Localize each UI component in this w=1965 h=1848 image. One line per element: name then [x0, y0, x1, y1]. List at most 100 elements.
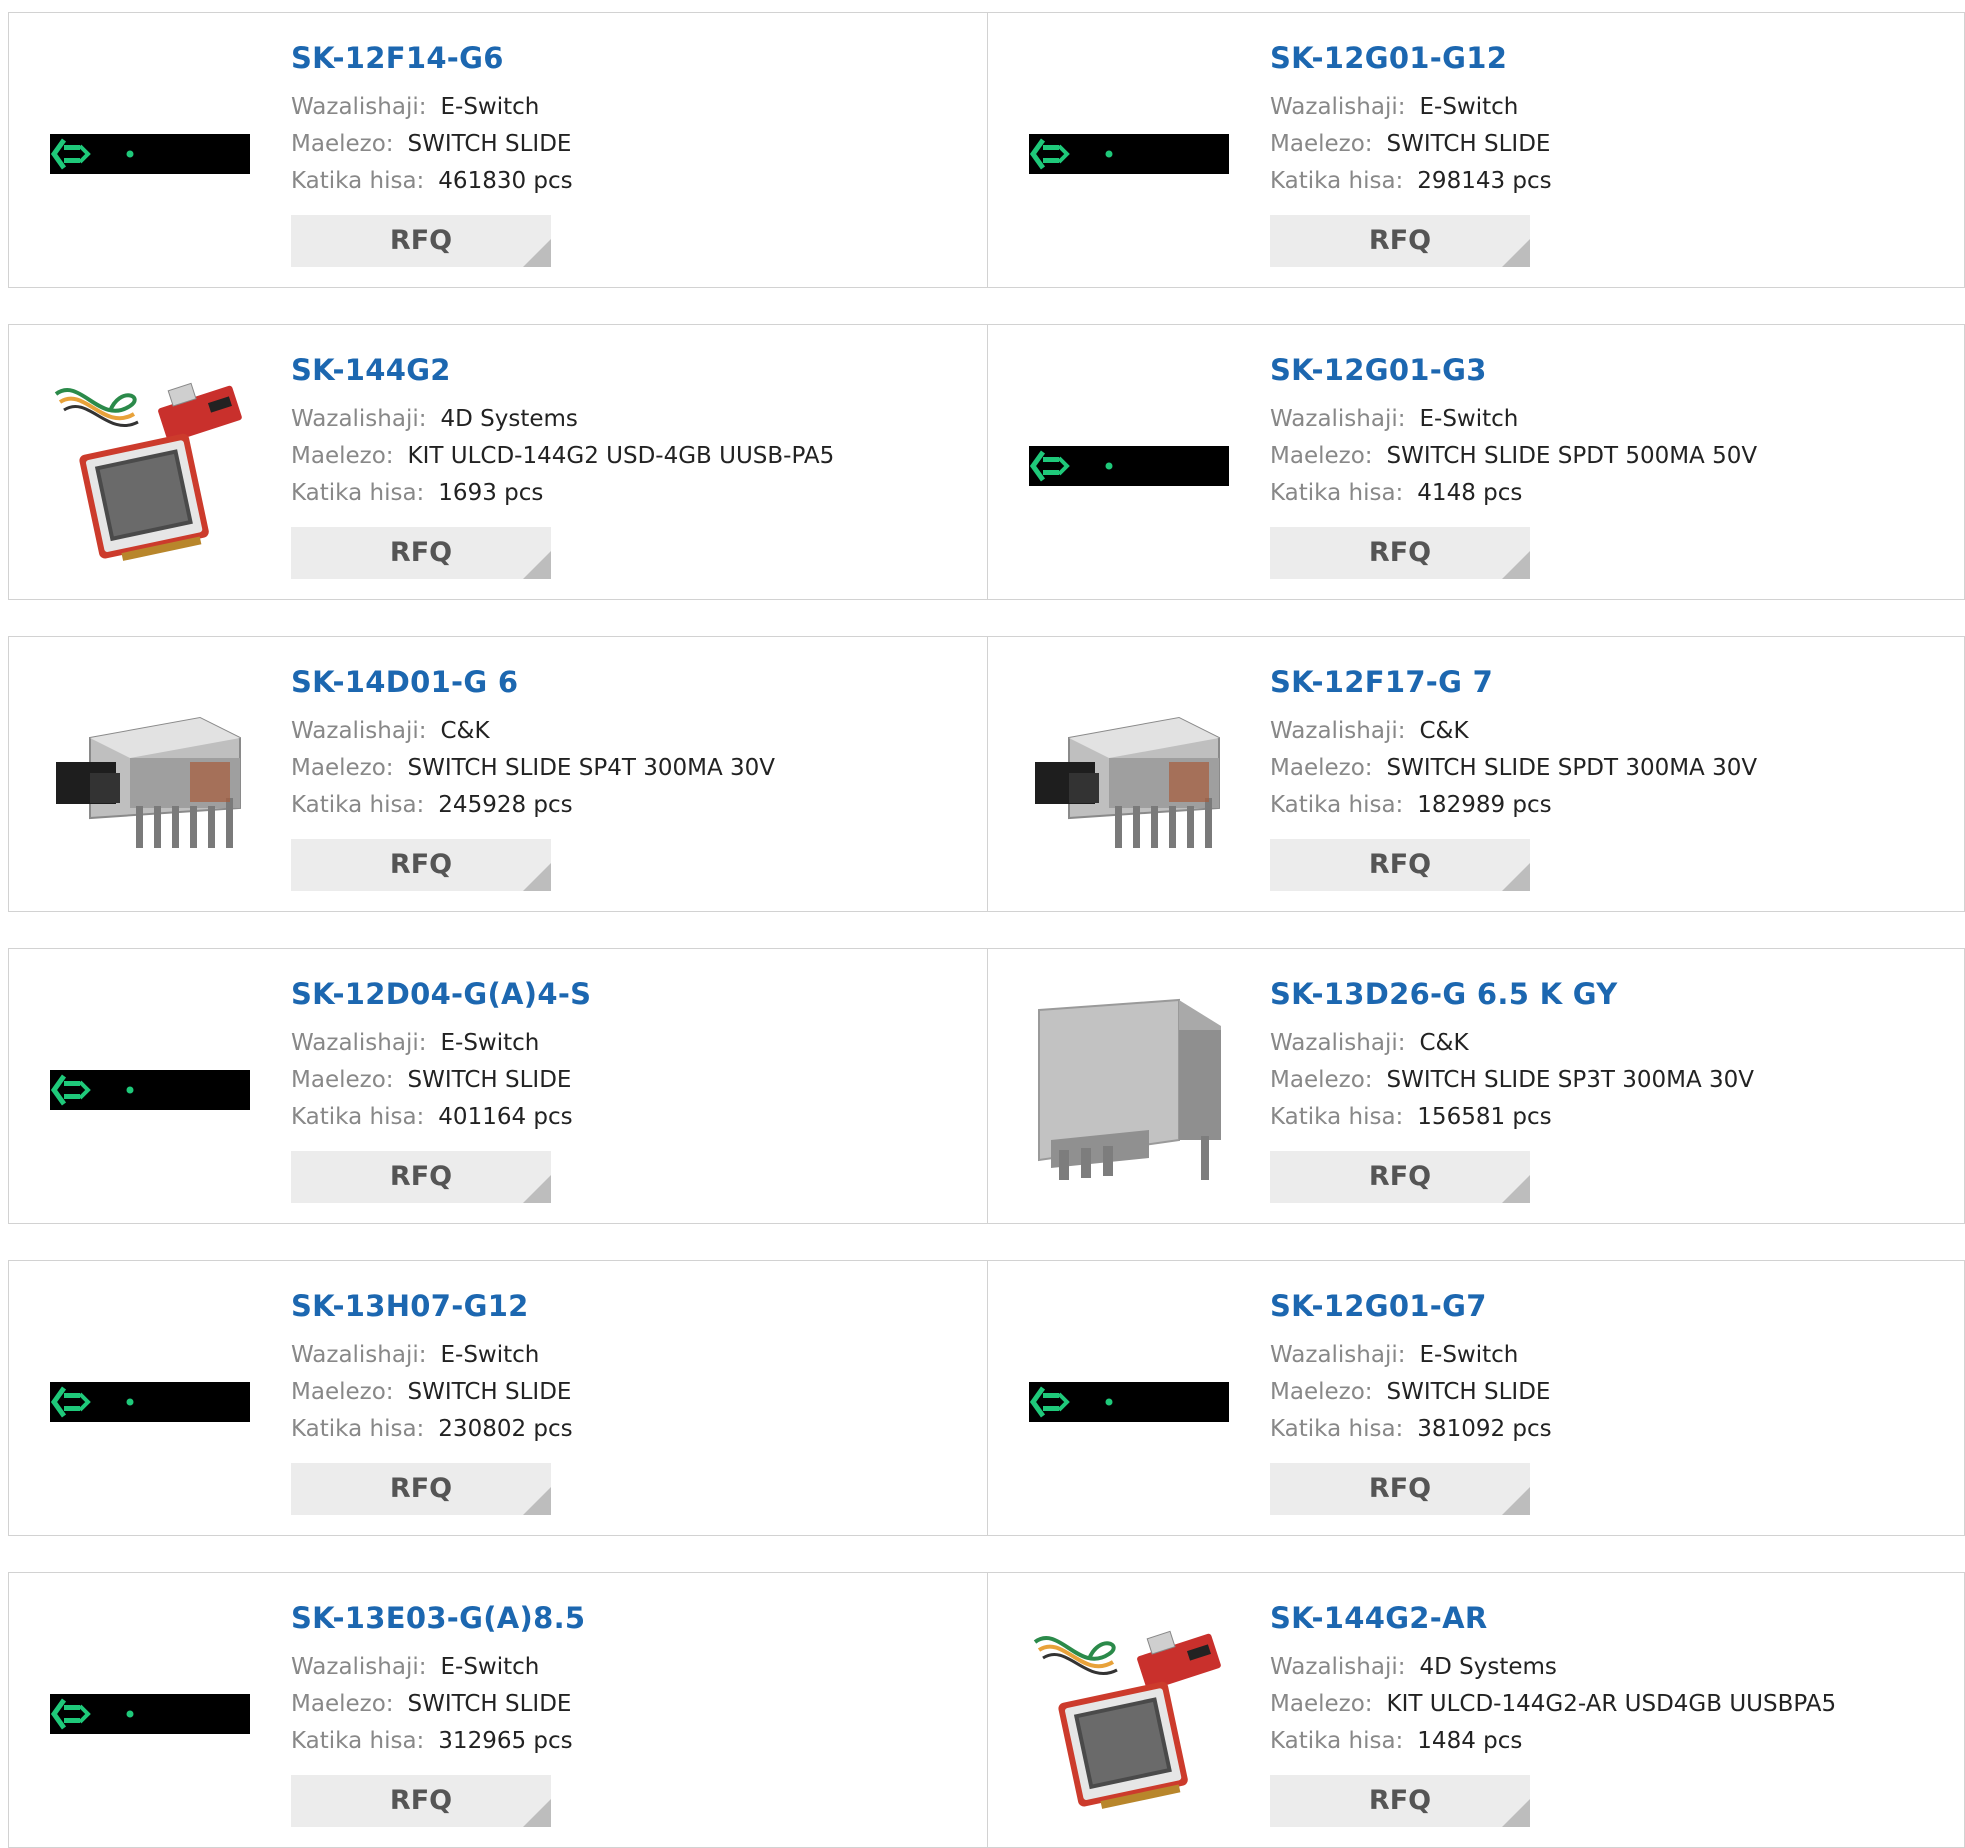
stock-label: Katika hisa: — [291, 480, 425, 506]
product-thumbnail[interactable] — [1028, 677, 1230, 879]
manufacturer-row: Wazalishaji: 4D Systems — [1270, 1649, 1954, 1686]
description-label: Maelezo: — [291, 755, 394, 781]
product-card: SK-13H07-G12 Wazalishaji: E-Switch Maelez… — [8, 1260, 988, 1536]
stock-label: Katika hisa: — [291, 1104, 425, 1130]
description-label: Maelezo: — [291, 1691, 394, 1717]
description-row: Maelezo: SWITCH SLIDE — [291, 126, 977, 163]
product-thumbnail[interactable] — [1028, 989, 1230, 1191]
placeholder-strip-icon — [1029, 134, 1229, 174]
description-value: KIT ULCD-144G2-AR USD4GB UUSBPA5 — [1386, 1691, 1837, 1717]
manufacturer-row: Wazalishaji: E-Switch — [291, 1649, 977, 1686]
product-title-link[interactable]: SK-13H07-G12 — [291, 1289, 529, 1323]
product-thumbnail[interactable] — [49, 677, 251, 879]
rfq-corner-decoration — [523, 1487, 551, 1515]
manufacturer-label: Wazalishaji: — [291, 1654, 427, 1680]
manufacturer-label: Wazalishaji: — [1270, 406, 1406, 432]
rfq-corner-decoration — [523, 1799, 551, 1827]
product-thumbnail[interactable] — [1028, 53, 1230, 255]
product-title-link[interactable]: SK-14D01-G 6 — [291, 665, 518, 699]
rfq-label: RFQ — [1368, 849, 1432, 880]
product-thumbnail[interactable] — [1028, 1301, 1230, 1503]
stock-label: Katika hisa: — [1270, 480, 1404, 506]
description-row: Maelezo: SWITCH SLIDE SP3T 300MA 30V — [1270, 1062, 1954, 1099]
stock-label: Katika hisa: — [1270, 1104, 1404, 1130]
stock-label: Katika hisa: — [291, 1728, 425, 1754]
product-title-link[interactable]: SK-12G01-G7 — [1270, 1289, 1487, 1323]
stock-row: Katika hisa: 298143 pcs — [1270, 163, 1954, 200]
description-row: Maelezo: SWITCH SLIDE — [1270, 126, 1954, 163]
stock-value: 298143 pcs — [1417, 168, 1552, 194]
rfq-button[interactable]: RFQ — [1270, 1463, 1530, 1515]
product-grid: SK-12F14-G6 Wazalishaji: E-Switch Maelezo… — [0, 0, 1965, 1848]
product-title-link[interactable]: SK-13E03-G(A)8.5 — [291, 1601, 585, 1635]
rfq-button[interactable]: RFQ — [1270, 839, 1530, 891]
slide-switch-icon — [1035, 716, 1220, 848]
description-label: Maelezo: — [291, 1379, 394, 1405]
product-title-link[interactable]: SK-144G2-AR — [1270, 1601, 1488, 1635]
manufacturer-label: Wazalishaji: — [1270, 1654, 1406, 1680]
product-thumbnail[interactable] — [49, 53, 251, 255]
product-thumbnail[interactable] — [49, 1301, 251, 1503]
product-card: SK-144G2 Wazalishaji: 4D Systems Maelezo:… — [8, 324, 988, 600]
rfq-button[interactable]: RFQ — [291, 1775, 551, 1827]
rfq-button[interactable]: RFQ — [1270, 527, 1530, 579]
product-title-link[interactable]: SK-12D04-G(A)4-S — [291, 977, 591, 1011]
manufacturer-value: C&K — [440, 718, 490, 744]
manufacturer-value: E-Switch — [440, 1654, 540, 1680]
stock-row: Katika hisa: 182989 pcs — [1270, 787, 1954, 824]
manufacturer-label: Wazalishaji: — [1270, 94, 1406, 120]
lcd-kit-icon — [54, 382, 242, 561]
rfq-corner-decoration — [523, 863, 551, 891]
rfq-corner-decoration — [1502, 1175, 1530, 1203]
manufacturer-label: Wazalishaji: — [291, 406, 427, 432]
stock-value: 1484 pcs — [1417, 1728, 1523, 1754]
stock-label: Katika hisa: — [1270, 1728, 1404, 1754]
description-row: Maelezo: KIT ULCD-144G2-AR USD4GB UUSBPA5 — [1270, 1686, 1954, 1723]
rfq-button[interactable]: RFQ — [291, 1151, 551, 1203]
manufacturer-value: 4D Systems — [440, 406, 578, 432]
product-thumbnail[interactable] — [1028, 365, 1230, 567]
product-thumbnail[interactable] — [1028, 1613, 1230, 1815]
manufacturer-label: Wazalishaji: — [291, 1030, 427, 1056]
rfq-button[interactable]: RFQ — [1270, 1775, 1530, 1827]
rfq-button[interactable]: RFQ — [1270, 1151, 1530, 1203]
product-thumbnail[interactable] — [49, 989, 251, 1191]
product-thumbnail[interactable] — [49, 365, 251, 567]
rfq-corner-decoration — [523, 551, 551, 579]
product-card: SK-13E03-G(A)8.5 Wazalishaji: E-Switch Ma… — [8, 1572, 988, 1848]
stock-row: Katika hisa: 401164 pcs — [291, 1099, 977, 1136]
lcd-kit-icon — [1033, 1630, 1221, 1809]
product-title-link[interactable]: SK-12G01-G3 — [1270, 353, 1487, 387]
placeholder-strip-icon — [1029, 446, 1229, 486]
rfq-button[interactable]: RFQ — [1270, 215, 1530, 267]
manufacturer-label: Wazalishaji: — [291, 718, 427, 744]
rfq-button[interactable]: RFQ — [291, 839, 551, 891]
manufacturer-value: E-Switch — [440, 1342, 540, 1368]
description-value: SWITCH SLIDE — [407, 1067, 572, 1093]
stock-label: Katika hisa: — [291, 168, 425, 194]
rfq-corner-decoration — [1502, 863, 1530, 891]
product-title-link[interactable]: SK-12F17-G 7 — [1270, 665, 1493, 699]
manufacturer-value: E-Switch — [1419, 1342, 1519, 1368]
product-thumbnail[interactable] — [49, 1613, 251, 1815]
description-label: Maelezo: — [1270, 443, 1373, 469]
description-value: SWITCH SLIDE — [407, 1691, 572, 1717]
slide-switch-icon — [56, 716, 241, 848]
product-title-link[interactable]: SK-12G01-G12 — [1270, 41, 1507, 75]
product-title-link[interactable]: SK-12F14-G6 — [291, 41, 504, 75]
placeholder-strip-icon — [1029, 1382, 1229, 1422]
manufacturer-row: Wazalishaji: E-Switch — [291, 89, 977, 126]
product-title-link[interactable]: SK-144G2 — [291, 353, 451, 387]
description-label: Maelezo: — [291, 131, 394, 157]
manufacturer-label: Wazalishaji: — [291, 94, 427, 120]
product-title-link[interactable]: SK-13D26-G 6.5 K GY — [1270, 977, 1618, 1011]
description-row: Maelezo: SWITCH SLIDE — [291, 1062, 977, 1099]
rfq-button[interactable]: RFQ — [291, 215, 551, 267]
rfq-button[interactable]: RFQ — [291, 527, 551, 579]
rfq-button[interactable]: RFQ — [291, 1463, 551, 1515]
stock-row: Katika hisa: 4148 pcs — [1270, 475, 1954, 512]
rfq-corner-decoration — [523, 1175, 551, 1203]
rfq-corner-decoration — [523, 239, 551, 267]
stock-label: Katika hisa: — [291, 1416, 425, 1442]
stock-row: Katika hisa: 312965 pcs — [291, 1723, 977, 1760]
